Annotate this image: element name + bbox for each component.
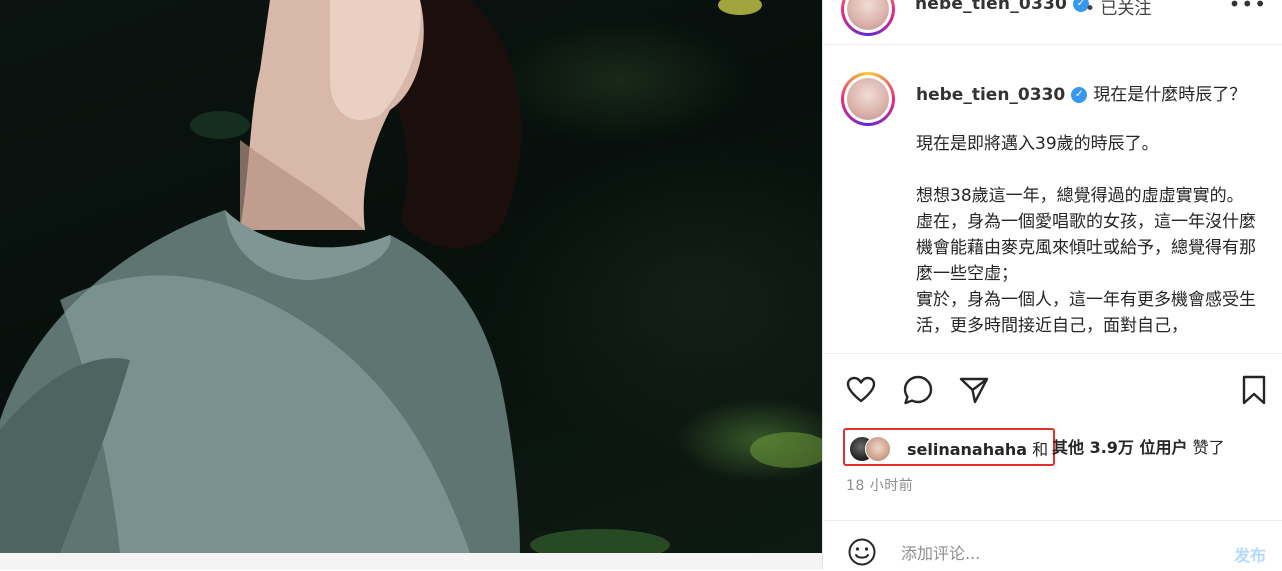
header-username-text[interactable]: hebe_tien_0330 <box>915 0 1067 14</box>
bookmark-icon[interactable] <box>1238 374 1270 406</box>
caption-first-line: 現在是什麼時辰了？ <box>1093 85 1247 105</box>
caption-avatar[interactable] <box>841 72 895 126</box>
more-icon[interactable]: ••• <box>1229 0 1267 16</box>
photo-bottom-strip <box>0 553 822 570</box>
divider <box>823 520 1282 521</box>
emoji-icon[interactable] <box>847 537 877 567</box>
header-username[interactable]: hebe_tien_0330 ✓ <box>915 0 1090 14</box>
paper-plane-icon[interactable] <box>958 374 990 406</box>
liker-avatar[interactable] <box>865 436 891 462</box>
likes-highlight-box: selinanahaha 和 <box>843 428 1055 466</box>
verified-badge-icon: ✓ <box>1071 87 1088 103</box>
liked-by-and: 和 <box>1027 440 1049 459</box>
divider <box>823 353 1282 354</box>
follow-status[interactable]: • 已关注 <box>1085 0 1151 19</box>
caption-username[interactable]: hebe_tien_0330 <box>916 85 1065 105</box>
photo-illustration <box>0 0 822 553</box>
post-photo[interactable] <box>0 0 822 553</box>
comment-icon[interactable] <box>902 374 934 406</box>
post-detail-panel: hebe_tien_0330 ✓ • 已关注 ••• hebe_tien_0330… <box>822 0 1282 570</box>
likes-suffix: 赞了 <box>1187 438 1225 457</box>
liker-username[interactable]: selinanahaha <box>907 440 1027 459</box>
likes-count-text: 其他 3.9万 位用户 赞了 <box>1052 434 1225 458</box>
comment-input[interactable] <box>901 540 1201 566</box>
post-header: hebe_tien_0330 ✓ • 已关注 ••• <box>823 0 1282 45</box>
caption-body: 現在是即將邁入39歲的時辰了。 想想38歲這一年，總覺得過的虛虛實實的。 虛在，… <box>916 134 1256 336</box>
liked-by-text: selinanahaha 和 <box>907 436 1048 460</box>
post-timestamp[interactable]: 18 小时前 <box>846 475 913 495</box>
caption-header: hebe_tien_0330 ✓ 現在是什麼時辰了？ <box>916 80 1246 105</box>
header-avatar[interactable] <box>841 0 895 36</box>
post-comment-button[interactable]: 发布 <box>1234 542 1266 566</box>
likes-others-link[interactable]: 其他 3.9万 位用户 <box>1052 438 1188 457</box>
heart-icon[interactable] <box>845 374 877 406</box>
